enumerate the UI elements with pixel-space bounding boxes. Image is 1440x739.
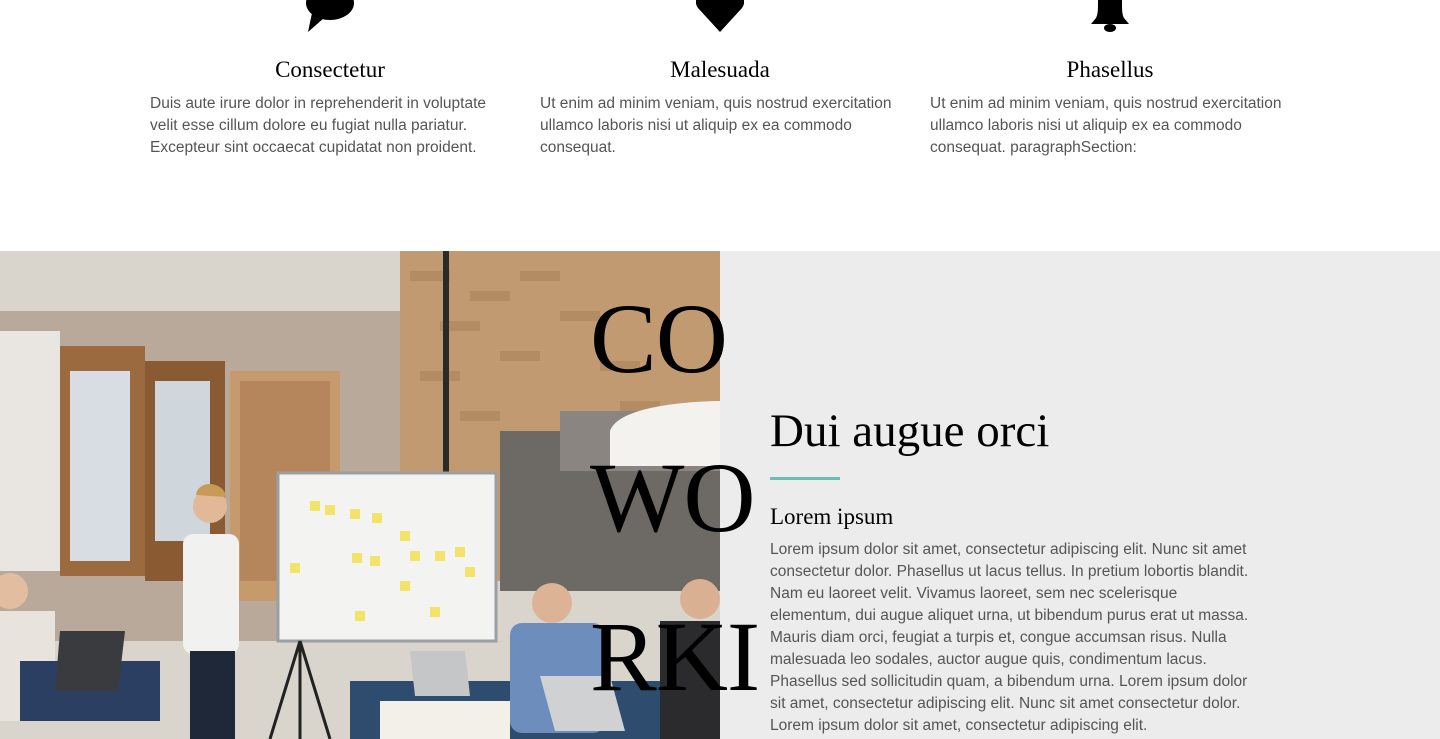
coworking-word-line-2: WO — [590, 442, 756, 553]
feature-title: Malesuada — [670, 57, 770, 82]
feature-title: Phasellus — [1066, 57, 1154, 82]
bell-icon — [1086, 0, 1134, 34]
heart-icon — [696, 0, 744, 34]
features-section: Consectetur Duis aute irure dolor in rep… — [0, 0, 1440, 251]
section-heading: Dui augue orci — [770, 405, 1050, 457]
coworking-word-line-1: CO — [590, 283, 728, 394]
section-body-text: Lorem ipsum dolor sit amet, consectetur … — [770, 541, 1249, 734]
feature-text: Ut enim ad minim veniam, quis nostrud ex… — [930, 95, 1282, 156]
feature-text: Ut enim ad minim veniam, quis nostrud ex… — [540, 95, 892, 156]
speech-bubble-icon — [306, 0, 354, 34]
feature-title: Consectetur — [275, 57, 385, 82]
feature-text: Duis aute irure dolor in reprehenderit i… — [150, 95, 487, 156]
coworking-word-line-3: RKI — [590, 601, 760, 712]
section-subheading: Lorem ipsum — [770, 504, 894, 529]
heading-accent-divider — [770, 477, 840, 480]
coworking-section: CO WO RKI Dui augue orci Lorem ipsum Lor… — [0, 251, 1440, 739]
